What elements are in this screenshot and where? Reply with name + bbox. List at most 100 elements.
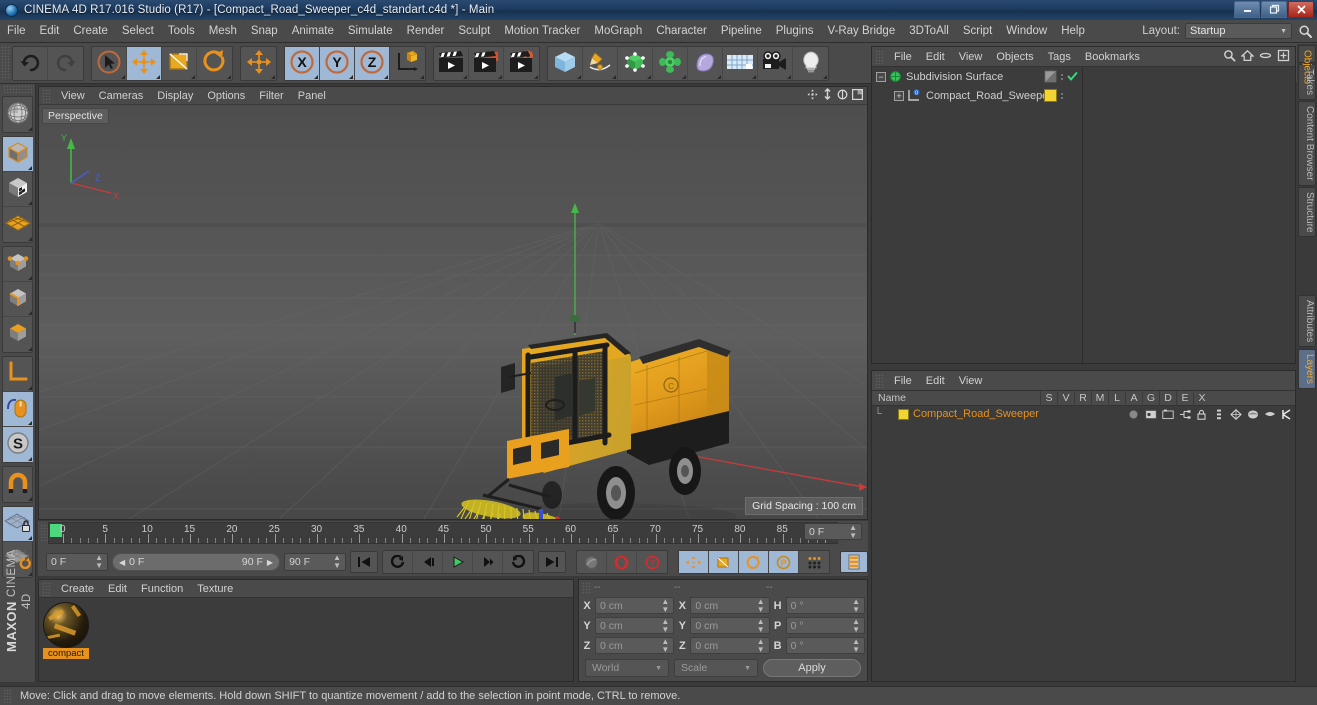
object-row-subdivision-surface[interactable]: − Subdivision Surface xyxy=(872,67,1295,86)
texture-mode-button[interactable] xyxy=(3,172,33,207)
tab-content-browser[interactable]: Content Browser xyxy=(1298,101,1316,185)
object-menu-edit[interactable]: Edit xyxy=(919,49,952,65)
add-scene-object-button[interactable] xyxy=(688,47,723,80)
column-header-a[interactable]: A xyxy=(1125,391,1142,406)
scale-tool[interactable] xyxy=(162,47,197,80)
object-dots-icon[interactable] xyxy=(1060,93,1064,99)
coord-position-input-0[interactable]: 0 cm▲▼ xyxy=(595,597,674,614)
object-tree[interactable]: − Subdivision Surface + xyxy=(872,67,1295,363)
add-floor-button[interactable] xyxy=(723,47,758,80)
generator-icon[interactable] xyxy=(1227,409,1244,420)
coord-rotation-input-0[interactable]: 0 °▲▼ xyxy=(786,597,865,614)
current-frame-input[interactable]: 0 F ▲▼ xyxy=(46,553,108,571)
material-tag-icon[interactable] xyxy=(1044,89,1057,102)
lock-icon[interactable] xyxy=(1193,409,1210,420)
menu-item-plugins[interactable]: Plugins xyxy=(769,22,821,40)
object-menu-view[interactable]: View xyxy=(952,49,990,65)
spinner-icon[interactable]: ▲▼ xyxy=(852,618,860,634)
menu-item-animate[interactable]: Animate xyxy=(285,22,341,40)
status-bar-grip[interactable] xyxy=(3,689,12,703)
menu-item-select[interactable]: Select xyxy=(115,22,161,40)
coord-size-input-1[interactable]: 0 cm▲▼ xyxy=(690,617,769,634)
material-menu-function[interactable]: Function xyxy=(134,581,190,597)
column-header-g[interactable]: G xyxy=(1142,391,1159,406)
layer-manager-grip[interactable] xyxy=(875,374,884,388)
xpresso-icon[interactable] xyxy=(1278,409,1295,420)
expand-toggle-icon[interactable]: − xyxy=(876,72,886,82)
menu-item-script[interactable]: Script xyxy=(956,22,999,40)
column-header-r[interactable]: R xyxy=(1074,391,1091,406)
menu-item-create[interactable]: Create xyxy=(66,22,115,40)
column-header-m[interactable]: M xyxy=(1091,391,1108,406)
render-view-button[interactable] xyxy=(434,47,469,80)
points-mode-button[interactable] xyxy=(3,247,33,282)
menu-item-v-ray-bridge[interactable]: V-Ray Bridge xyxy=(820,22,902,40)
toolbar-grip[interactable] xyxy=(1,46,10,80)
phong-tag-icon[interactable] xyxy=(1044,70,1057,83)
enable-snap-button[interactable] xyxy=(3,467,33,502)
preview-range-slider[interactable]: ◀ 0 F 90 F ▶ xyxy=(112,553,280,571)
add-deformer-button[interactable] xyxy=(653,47,688,80)
layer-row[interactable]: └ Compact_Road_Sweeper xyxy=(872,406,1295,422)
step-back-button[interactable] xyxy=(413,551,443,573)
viewport-menu-view[interactable]: View xyxy=(54,88,92,104)
column-header-l[interactable]: L xyxy=(1108,391,1125,406)
parameter-key-button[interactable]: P xyxy=(769,551,799,573)
current-frame-ruler-field[interactable]: 0 F ▲▼ xyxy=(804,523,862,540)
coord-size-input-0[interactable]: 0 cm▲▼ xyxy=(690,597,769,614)
animation-icon[interactable] xyxy=(1210,409,1227,420)
minimize-button[interactable] xyxy=(1234,1,1260,18)
menu-item-file[interactable]: File xyxy=(0,22,33,40)
lock-z-axis[interactable]: Z xyxy=(355,47,390,80)
coord-size-input-2[interactable]: 0 cm▲▼ xyxy=(690,637,769,654)
maximize-view-icon[interactable] xyxy=(851,88,864,104)
position-key-button[interactable] xyxy=(679,551,709,573)
timeline-ruler[interactable]: 051015202530354045505560657075808590 xyxy=(48,522,838,544)
tab-structure[interactable]: Structure xyxy=(1298,187,1316,238)
move-tool[interactable] xyxy=(127,47,162,80)
go-to-start-button[interactable] xyxy=(350,551,378,573)
add-generator-button[interactable] xyxy=(618,47,653,80)
minimize-tree-icon[interactable] xyxy=(1259,49,1272,65)
timeline-grip[interactable] xyxy=(40,524,48,542)
expand-tree-icon[interactable] xyxy=(1277,49,1290,65)
timeline-layer-button[interactable] xyxy=(840,551,868,573)
coordinate-system-select[interactable]: World ▼ xyxy=(585,659,669,677)
object-menu-tags[interactable]: Tags xyxy=(1041,49,1078,65)
spinner-icon[interactable]: ▲▼ xyxy=(661,618,669,634)
end-frame-input[interactable]: 90 F ▲▼ xyxy=(284,553,346,571)
menu-item-character[interactable]: Character xyxy=(649,22,714,40)
rotate-view-icon[interactable] xyxy=(836,88,849,104)
render-settings-button[interactable] xyxy=(504,47,539,80)
spinner-icon[interactable]: ▲▼ xyxy=(849,524,857,540)
coordinate-mode-select[interactable]: Scale ▼ xyxy=(674,659,758,677)
menu-item-pipeline[interactable]: Pipeline xyxy=(714,22,769,40)
add-spline-button[interactable] xyxy=(583,47,618,80)
zoom-view-icon[interactable] xyxy=(821,88,834,104)
spinner-icon[interactable]: ▲▼ xyxy=(661,598,669,614)
go-to-end-button[interactable] xyxy=(538,551,566,573)
material-menu-edit[interactable]: Edit xyxy=(101,581,134,597)
spinner-icon[interactable]: ▲▼ xyxy=(757,638,765,654)
viewport-solo-button[interactable] xyxy=(3,392,33,427)
coord-rotation-input-1[interactable]: 0 °▲▼ xyxy=(786,617,865,634)
edges-mode-button[interactable] xyxy=(3,282,33,317)
spinner-icon[interactable]: ▲▼ xyxy=(661,638,669,654)
menu-item-simulate[interactable]: Simulate xyxy=(341,22,400,40)
view-icon[interactable] xyxy=(1142,409,1159,420)
step-forward-button[interactable] xyxy=(473,551,503,573)
solo-dot-icon[interactable] xyxy=(1125,409,1142,420)
left-toolbar-grip[interactable] xyxy=(3,85,33,93)
enable-axis-button[interactable] xyxy=(3,357,33,392)
go-to-next-key-button[interactable] xyxy=(503,551,533,573)
object-menu-objects[interactable]: Objects xyxy=(989,49,1040,65)
menu-item-snap[interactable]: Snap xyxy=(244,22,285,40)
rotation-key-button[interactable] xyxy=(739,551,769,573)
apply-button[interactable]: Apply xyxy=(763,659,861,677)
tab-objects[interactable]: Objects xyxy=(1298,45,1316,63)
layer-color-swatch[interactable] xyxy=(898,409,909,420)
render-to-picture-viewer-button[interactable] xyxy=(469,47,504,80)
menu-item-help[interactable]: Help xyxy=(1054,22,1092,40)
undo-button[interactable] xyxy=(13,47,48,80)
lock-workplane-button[interactable] xyxy=(3,507,33,542)
